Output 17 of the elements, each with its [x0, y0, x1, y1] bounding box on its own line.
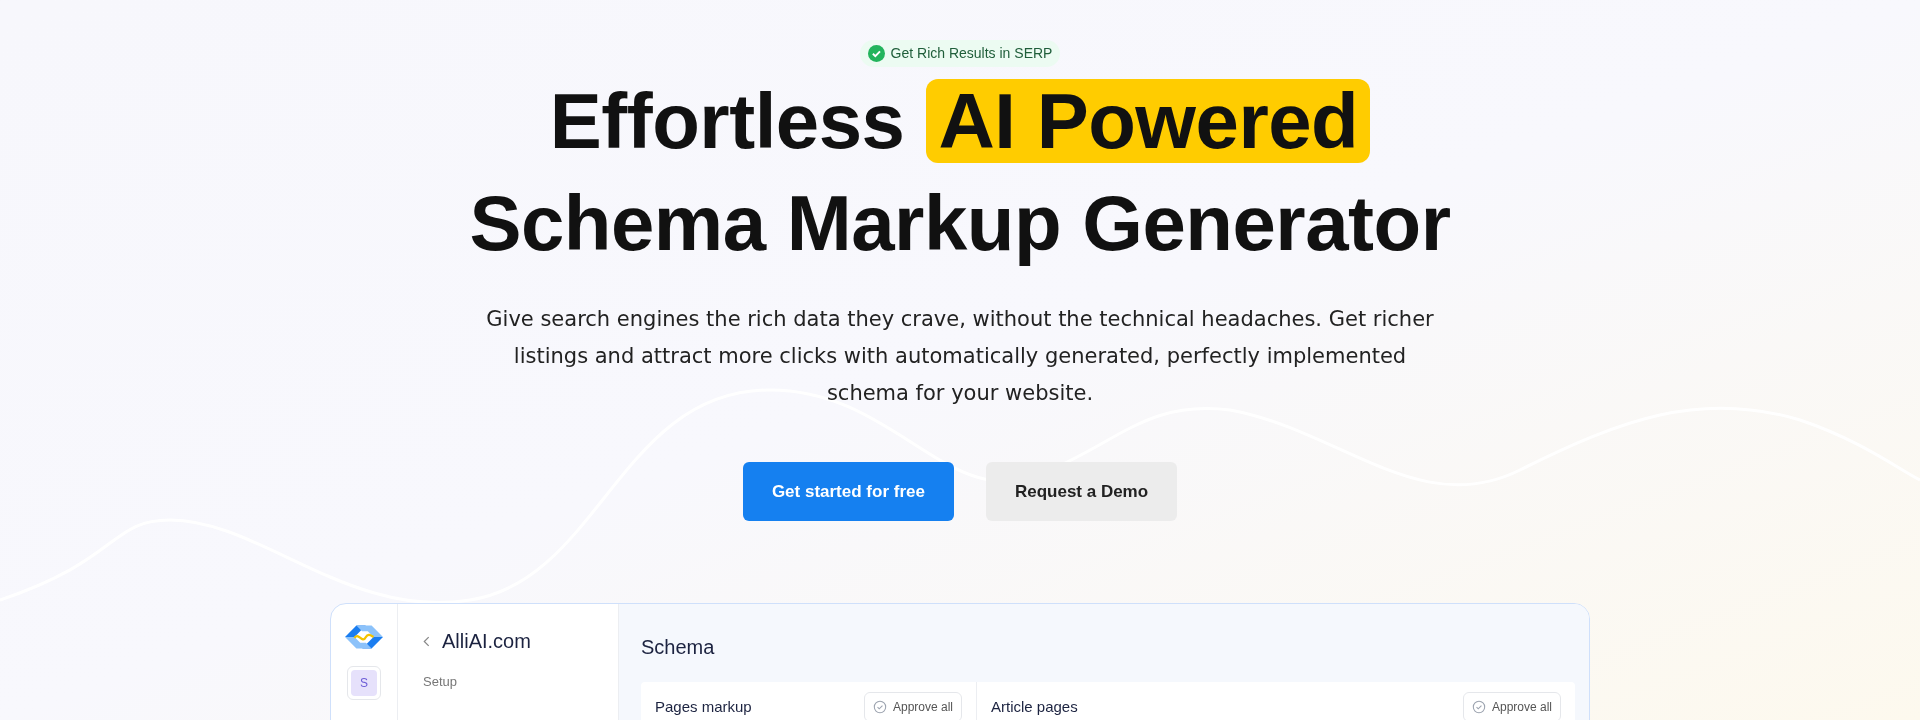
description: Give search engines the rich data they crave, without the technical headaches. Get richer listings and attract more clicks with automatically generated, perfectly implemented schema for your website.	[485, 306, 1435, 407]
workspace-avatar[interactable]: S	[351, 670, 377, 696]
check-circle-icon	[872, 700, 887, 714]
back-chevron-icon[interactable]	[423, 635, 430, 647]
card-title: Article pages	[991, 698, 1078, 716]
get-started-button[interactable]: Get started for free	[742, 462, 954, 521]
card-title: Pages markup	[655, 698, 752, 716]
site-name: AlliAI.com	[442, 629, 531, 654]
check-icon	[867, 45, 885, 62]
demo-button[interactable]: Request a Demo	[985, 462, 1178, 521]
nav-section-label: Setup	[423, 673, 458, 691]
headline: Schema Markup Generator	[469, 178, 1451, 269]
badge: Get Rich Results in SERP	[859, 40, 1061, 67]
check-circle-icon	[1471, 700, 1486, 714]
page-title: Schema	[641, 635, 716, 660]
highlighted-headline: AI Powered	[926, 79, 1371, 163]
headline: Effortless	[549, 76, 905, 167]
